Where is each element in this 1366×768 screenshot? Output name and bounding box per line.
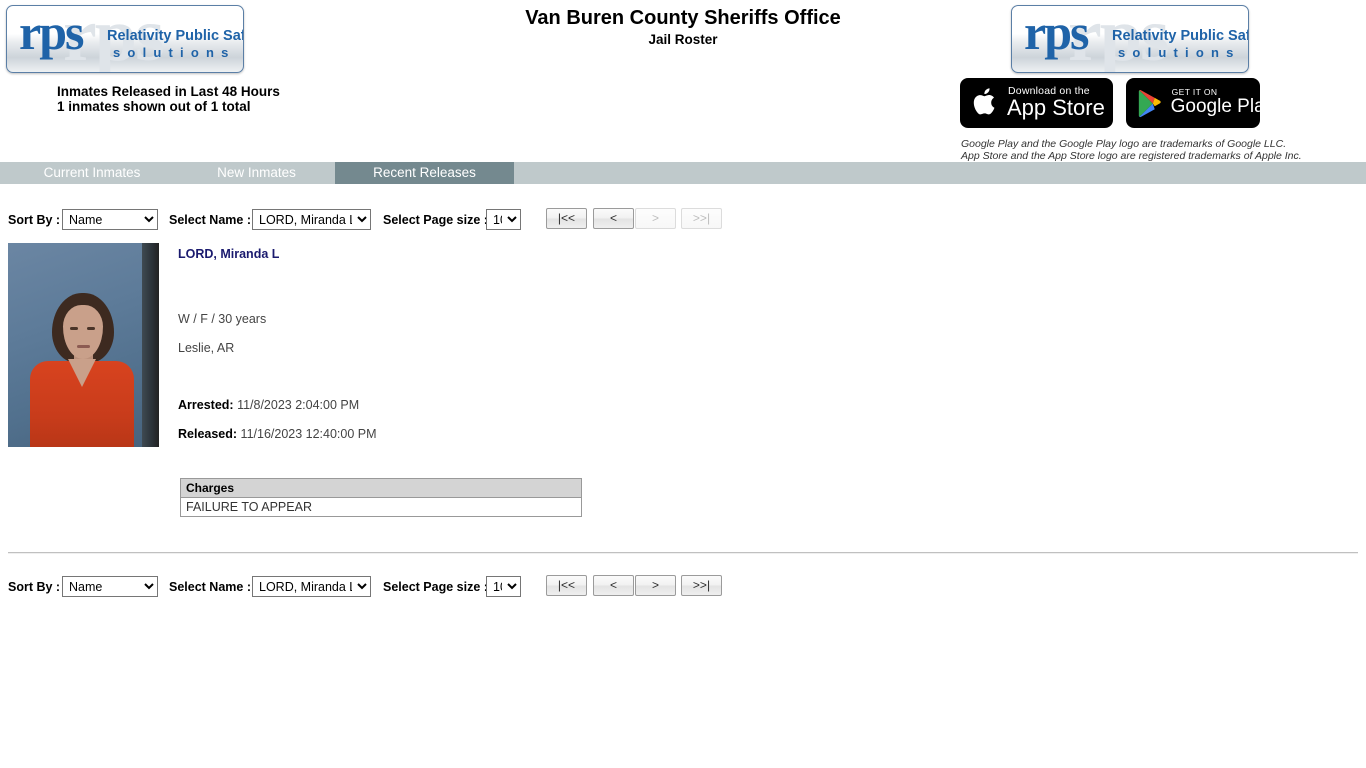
last-page-button[interactable]: >>| xyxy=(681,208,722,229)
next-page-button[interactable]: > xyxy=(635,575,676,596)
controls-bar-bottom: Sort By : Name Select Name : LORD, Miran… xyxy=(0,575,1366,601)
mugshot-background-edge xyxy=(142,243,159,447)
trademark-line-1: Google Play and the Google Play logo are… xyxy=(961,138,1287,150)
select-name-label: Select Name : xyxy=(169,580,251,594)
mugshot-eye-left xyxy=(70,327,78,330)
google-play-badge-big: Google Play xyxy=(1170,96,1275,117)
charges-table: Charges FAILURE TO APPEAR xyxy=(180,478,582,517)
arrested-value: 11/8/2023 2:04:00 PM xyxy=(237,398,360,412)
logo-tagline-1: Relativity Public Safety xyxy=(1112,28,1249,44)
page-header: rps rps Relativity Public Safety solutio… xyxy=(0,0,1366,162)
sort-by-select[interactable]: Name xyxy=(62,209,158,230)
inmate-city-state: Leslie, AR xyxy=(178,341,235,355)
google-play-icon xyxy=(1138,89,1161,118)
logo-tagline-2: solutions xyxy=(113,45,236,60)
charge-cell: FAILURE TO APPEAR xyxy=(180,497,582,517)
charges-header-row: Charges xyxy=(180,478,582,498)
tab-recent-releases[interactable]: Recent Releases xyxy=(335,162,514,184)
trademark-notice: Google Play and the Google Play logo are… xyxy=(961,138,1302,162)
previous-page-button[interactable]: < xyxy=(593,208,634,229)
sort-by-label: Sort By : xyxy=(8,580,61,594)
summary-line-2: 1 inmates shown out of 1 total xyxy=(57,99,251,114)
inmate-fields: LORD, Miranda L W / F / 30 years Leslie,… xyxy=(178,243,878,441)
roster-summary: Inmates Released in Last 48 Hours 1 inma… xyxy=(57,84,280,114)
page-size-label: Select Page size : xyxy=(383,580,488,594)
logo-wordmark: rps xyxy=(19,5,84,60)
inmate-demographics: W / F / 30 years xyxy=(178,312,267,326)
apple-icon xyxy=(973,88,995,115)
logo-tagline-2: solutions xyxy=(1118,45,1241,60)
inmate-released: Released: 11/16/2023 12:40:00 PM xyxy=(178,427,377,441)
previous-page-button[interactable]: < xyxy=(593,575,634,596)
rps-logo-left: rps rps Relativity Public Safety solutio… xyxy=(6,5,244,73)
select-name-select[interactable]: LORD, Miranda L xyxy=(252,576,371,597)
logo-wordmark: rps xyxy=(1024,5,1089,60)
page-size-label: Select Page size : xyxy=(383,213,488,227)
mugshot-jumpsuit xyxy=(30,359,134,447)
table-row: FAILURE TO APPEAR xyxy=(180,497,582,517)
inmate-arrested: Arrested: 11/8/2023 2:04:00 PM xyxy=(178,398,359,412)
app-store-badges: Download on the App Store GET IT ON Goog… xyxy=(960,78,1274,128)
inmate-name-link[interactable]: LORD, Miranda L xyxy=(178,247,279,261)
first-page-button[interactable]: |<< xyxy=(546,575,587,596)
summary-line-1: Inmates Released in Last 48 Hours xyxy=(57,84,280,99)
select-name-select[interactable]: LORD, Miranda L xyxy=(252,209,371,230)
next-page-button[interactable]: > xyxy=(635,208,676,229)
last-page-button[interactable]: >>| xyxy=(681,575,722,596)
sort-by-label: Sort By : xyxy=(8,213,61,227)
logo-tagline-1: Relativity Public Safety xyxy=(107,28,244,44)
mugshot-mouth xyxy=(77,345,90,348)
tab-current-inmates[interactable]: Current Inmates xyxy=(6,162,178,184)
controls-bar-top: Sort By : Name Select Name : LORD, Miran… xyxy=(0,208,1366,234)
tab-new-inmates[interactable]: New Inmates xyxy=(178,162,335,184)
page-size-select[interactable]: 10 xyxy=(486,576,521,597)
mugshot-collar xyxy=(68,359,96,387)
rps-logo-right: rps rps Relativity Public Safety solutio… xyxy=(1011,5,1249,73)
tab-navigation: Current Inmates New Inmates Recent Relea… xyxy=(0,162,1366,184)
mugshot-eye-right xyxy=(87,327,95,330)
mugshot-photo xyxy=(8,243,159,447)
sort-by-select[interactable]: Name xyxy=(62,576,158,597)
app-store-badge-big: App Store xyxy=(1007,95,1105,120)
released-value: 11/16/2023 12:40:00 PM xyxy=(240,427,377,441)
page-size-select[interactable]: 10 xyxy=(486,209,521,230)
trademark-line-2: App Store and the App Store logo are reg… xyxy=(961,149,1302,162)
select-name-label: Select Name : xyxy=(169,213,251,227)
first-page-button[interactable]: |<< xyxy=(546,208,587,229)
google-play-badge[interactable]: GET IT ON Google Play xyxy=(1125,78,1274,128)
arrested-label: Arrested: xyxy=(178,398,234,412)
released-label: Released: xyxy=(178,427,238,441)
charges-column-header: Charges xyxy=(180,478,582,498)
section-divider xyxy=(8,552,1358,554)
app-store-badge[interactable]: Download on the App Store xyxy=(960,78,1113,128)
